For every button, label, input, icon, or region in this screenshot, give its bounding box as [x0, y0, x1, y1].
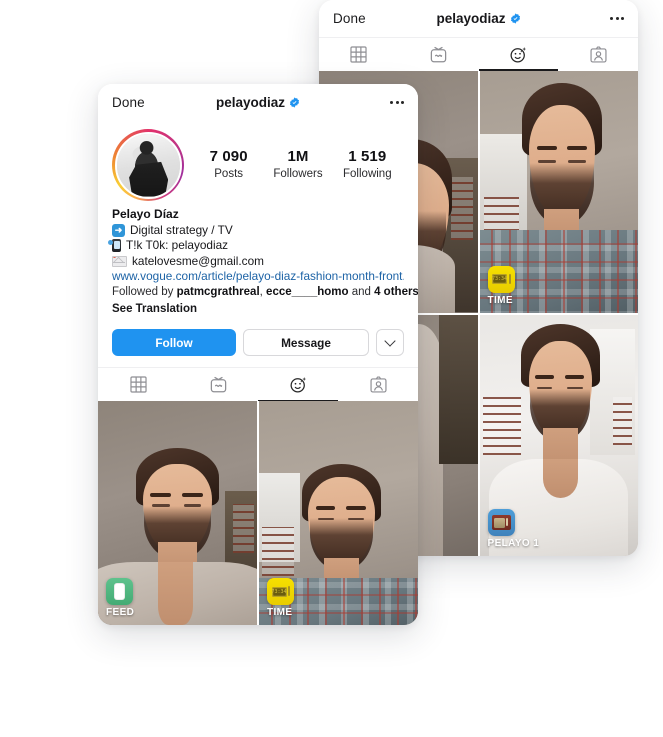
front-tab-tagged[interactable] [338, 368, 418, 401]
bio-line-2: T!k T0k: pelayodiaz [108, 238, 404, 254]
bio-line-1: ➜ Digital strategy / TV [112, 223, 404, 239]
front-done-button[interactable]: Done [112, 95, 145, 110]
back-tab-tagged[interactable] [558, 38, 638, 71]
avatar [114, 131, 182, 199]
screenshot-stage: Done pelayodiaz 73:34 TIME PELAYO 1 Done… [0, 0, 663, 737]
stat-posts-value: 7 090 [209, 148, 248, 165]
stat-posts-label: Posts [214, 168, 244, 180]
followed-by-others[interactable]: 4 others [374, 286, 418, 298]
stat-following-value: 1 519 [348, 148, 387, 165]
bio-line-2-text: T!k T0k: pelayodiaz [126, 238, 229, 253]
message-button[interactable]: Message [243, 329, 369, 357]
followed-by-text: Followed by patmcgrathreal, ecce____homo… [112, 285, 418, 301]
front-navbar: Done pelayodiaz [98, 84, 418, 121]
back-grid-cell-4[interactable]: PELAYO 1 [479, 314, 638, 556]
bio-line-3: katelovesme@gmail.com [112, 254, 404, 270]
front-grid-cell-2[interactable]: 73:34 TIME [259, 401, 418, 625]
profile-header: 7 090 Posts 1M Followers 1 519 Following [98, 121, 418, 201]
back-username-text: pelayodiaz [436, 11, 506, 26]
bio-website-link[interactable]: www.vogue.com/article/pelayo-diaz-fashio… [112, 269, 404, 285]
back-profile-tabs [319, 37, 638, 71]
front-grid-cell-1[interactable]: FEED [98, 401, 257, 625]
stat-following[interactable]: 1 519 Following [341, 148, 393, 182]
front-username-text: pelayodiaz [215, 95, 286, 110]
stat-followers[interactable]: 1M Followers [272, 148, 324, 182]
stat-following-label: Following [343, 168, 392, 180]
igtv-icon [430, 46, 447, 63]
back-tab-igtv[interactable] [399, 38, 479, 71]
igtv-icon [210, 377, 226, 393]
avatar-story-ring[interactable] [112, 129, 184, 201]
profile-bio: Pelayo Díaz ➜ Digital strategy / TV T!k … [98, 201, 418, 317]
bio-display-name: Pelayo Díaz [112, 207, 179, 221]
instagram-profile-card-front: Done pelayodiaz 7 090 Posts 1M Followers… [98, 84, 418, 625]
front-profile-title: pelayodiaz [98, 95, 418, 110]
followed-by-user-1[interactable]: patmcgrathreal [177, 286, 260, 298]
more-actions-dropdown-button[interactable] [376, 329, 404, 357]
envelope-emoji [112, 256, 127, 268]
front-tab-effects[interactable] [258, 368, 338, 402]
front-tab-igtv[interactable] [178, 368, 258, 401]
front-photo-grid: FEED 73:34 TIME [98, 401, 418, 625]
back-navbar: Done pelayodiaz [319, 0, 638, 37]
back-profile-title: pelayodiaz [319, 11, 638, 26]
verified-badge-icon [510, 13, 520, 24]
stat-followers-label: Followers [273, 168, 323, 180]
followed-by-join: and [348, 285, 375, 298]
followed-by-prefix: Followed by [112, 285, 177, 298]
profile-actions: Follow Message [98, 317, 418, 367]
bio-line-3-text: katelovesme@gmail.com [132, 253, 264, 268]
verified-badge-icon [289, 97, 300, 108]
tagged-person-icon [369, 376, 387, 393]
stat-followers-value: 1M [287, 148, 309, 165]
front-more-options-icon[interactable] [384, 95, 404, 110]
profile-stats: 7 090 Posts 1M Followers 1 519 Following [184, 148, 404, 182]
back-grid-cell-2[interactable]: 73:34 TIME [479, 71, 638, 313]
stat-posts[interactable]: 7 090 Posts [203, 148, 255, 182]
back-tab-grid[interactable] [319, 38, 399, 71]
front-tab-grid[interactable] [98, 368, 178, 401]
follow-button[interactable]: Follow [112, 329, 236, 357]
tagged-person-icon [590, 46, 607, 63]
grid-icon [129, 376, 147, 393]
effects-smiley-icon [290, 377, 306, 393]
back-done-button[interactable]: Done [333, 11, 366, 26]
chevron-down-icon [384, 334, 396, 347]
back-tab-effects[interactable] [478, 38, 559, 71]
followed-by-user-2[interactable]: ecce____homo [266, 286, 348, 298]
back-more-options-icon[interactable] [604, 11, 624, 26]
see-translation-link[interactable]: See Translation [112, 301, 404, 318]
front-profile-tabs [98, 367, 418, 402]
mobile-phone-emoji [108, 239, 121, 253]
bio-line-1-text: Digital strategy / TV [130, 222, 233, 237]
grid-icon [350, 46, 367, 63]
blue-arrow-emoji: ➜ [112, 223, 125, 237]
avatar-photo [116, 133, 180, 197]
effects-smiley-icon [510, 47, 527, 63]
